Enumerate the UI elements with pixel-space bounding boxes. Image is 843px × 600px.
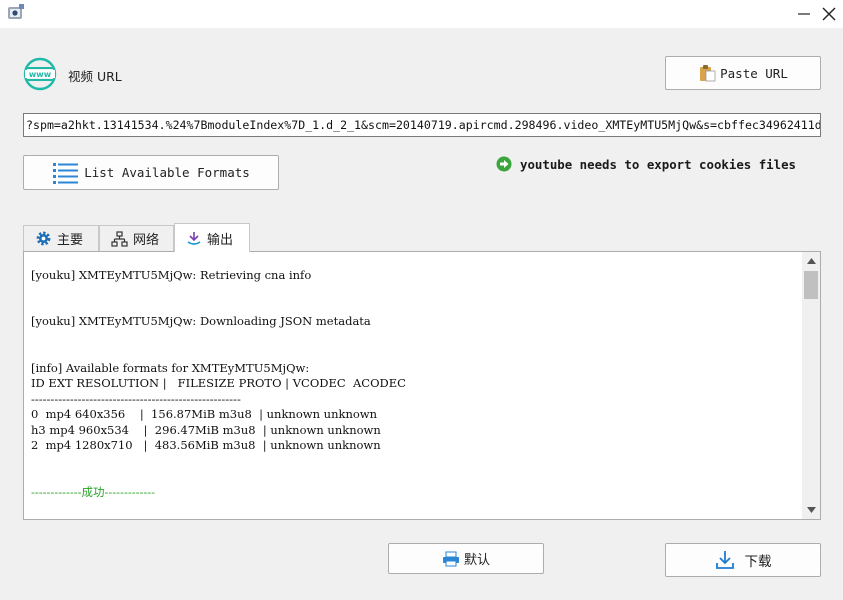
log-scrollbar[interactable] — [802, 252, 820, 519]
log-line: [youku] XMTEyMTU5MjQw: Retrieving cna in… — [31, 267, 312, 282]
download-icon — [715, 550, 735, 570]
tab-main[interactable]: 主要 — [23, 225, 99, 251]
close-icon[interactable] — [815, 2, 843, 26]
scroll-thumb[interactable] — [804, 271, 818, 299]
log-line: ID EXT RESOLUTION | FILESIZE PROTO | VCO… — [31, 376, 406, 390]
title-bar — [0, 0, 843, 28]
paste-url-button[interactable]: Paste URL — [665, 56, 821, 90]
minimize-icon[interactable] — [790, 2, 818, 26]
log-line: -------------成功------------- — [31, 484, 156, 499]
output-log[interactable]: [youku] XMTEyMTU5MjQw: Retrieving cna in… — [23, 251, 821, 520]
log-line: ----------------------------------------… — [31, 391, 241, 406]
log-line: [youku] XMTEyMTU5MjQw: Downloading JSON … — [31, 314, 371, 328]
log-line: 2 mp4 1280x710 | 483.56MiB m3u8 | unknow… — [31, 438, 381, 452]
gear-icon — [35, 230, 52, 247]
clipboard-icon — [698, 64, 716, 82]
default-label: 默认 — [463, 553, 490, 568]
app-icon — [6, 3, 26, 23]
scroll-down-icon[interactable] — [802, 501, 820, 519]
list-icon — [52, 162, 80, 184]
scroll-up-icon[interactable] — [802, 252, 820, 270]
tab-network[interactable]: 网络 — [99, 225, 174, 251]
green-arrow-circle-icon — [496, 156, 512, 172]
printer-icon — [442, 551, 460, 567]
www-globe-icon: www — [23, 57, 57, 91]
log-line: 0 mp4 640x356 | 156.87MiB m3u8 | unknown… — [31, 407, 378, 421]
download-label: 下载 — [744, 554, 772, 570]
url-label: 视频 URL — [68, 69, 122, 84]
tab-output[interactable]: 输出 — [174, 223, 250, 252]
network-icon — [111, 230, 128, 247]
paste-url-label: Paste URL — [720, 65, 788, 81]
log-line: [info] Available formats for XMTEyMTU5Mj… — [31, 360, 310, 375]
default-button[interactable]: 默认 — [388, 543, 544, 574]
log-line: h3 mp4 960x534 | 296.47MiB m3u8 | unknow… — [31, 422, 381, 437]
log-text: [youku] XMTEyMTU5MjQw: Retrieving cna in… — [31, 252, 801, 500]
output-icon — [186, 230, 202, 246]
tab-main-label: 主要 — [57, 233, 84, 248]
tab-network-label: 网络 — [133, 233, 160, 248]
cookies-hint-text: youtube needs to export cookies files — [520, 156, 797, 172]
list-formats-label: List Available Formats — [84, 165, 250, 180]
download-button[interactable]: 下载 — [665, 543, 821, 577]
list-formats-button[interactable]: List Available Formats — [23, 155, 279, 190]
video-url-input[interactable]: ?spm=a2hkt.13141534.%24%7BmoduleIndex%7D… — [23, 113, 821, 137]
cookies-hint: youtube needs to export cookies files — [496, 156, 796, 172]
tab-output-label: 输出 — [207, 232, 234, 248]
svg-text:www: www — [29, 70, 52, 79]
